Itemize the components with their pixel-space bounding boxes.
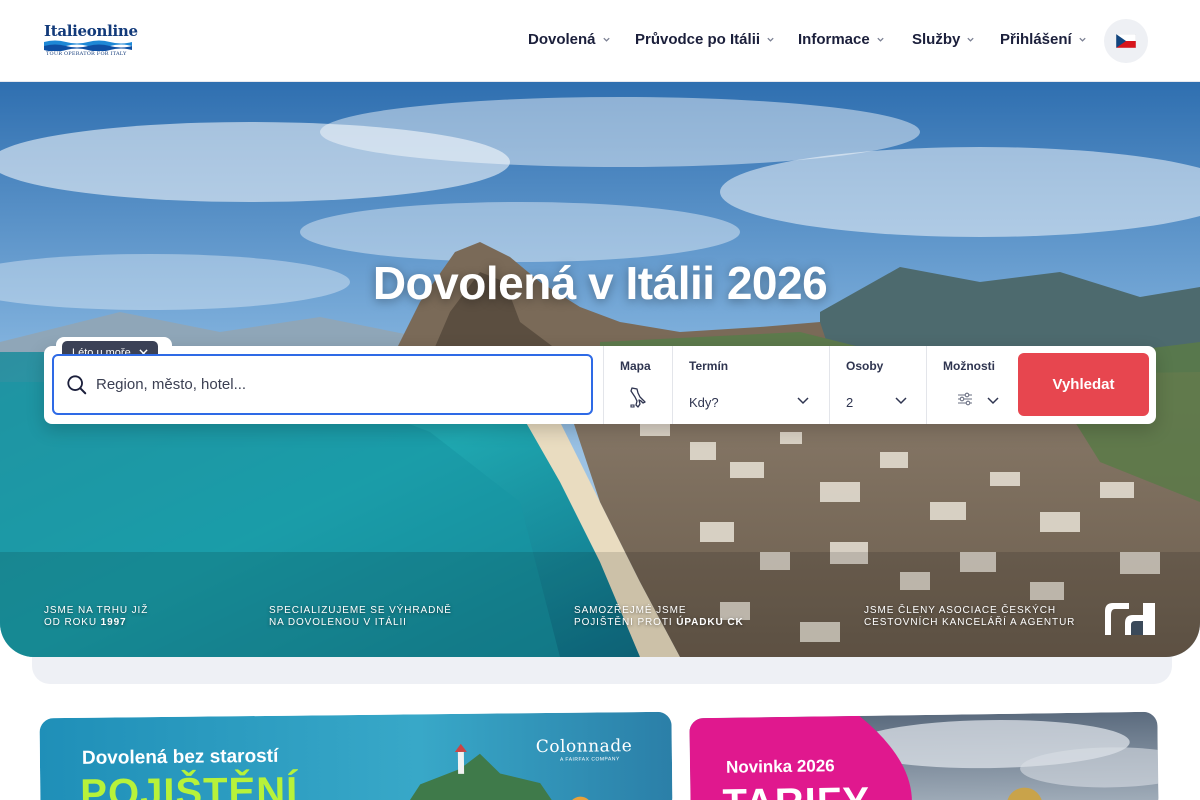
- trust-line: CESTOVNÍCH KANCELÁŘÍ A AGENTUR: [864, 617, 1076, 628]
- trust-text: POJIŠTĚNI PROTI: [574, 617, 677, 628]
- trust-emphasis: 1997: [100, 617, 127, 628]
- colonnade-logo: Colonnade: [535, 736, 633, 758]
- nav-pruvodce[interactable]: Průvodce po Itálii: [635, 31, 775, 48]
- logo-wordmark: Italieonline: [44, 22, 138, 40]
- map-label: Mapa: [620, 359, 651, 373]
- chevron-down-icon: [1079, 37, 1086, 42]
- logo-waves-icon: [44, 40, 132, 51]
- destination-search-field[interactable]: [52, 354, 593, 415]
- trust-item-specialization: SPECIALIZUJEME SE VÝHRADNĚ NA DOVOLENOU …: [269, 605, 452, 629]
- italy-map-icon: [630, 387, 646, 408]
- nav-dovolena[interactable]: Dovolená: [528, 31, 611, 48]
- trust-line: POJIŠTĚNI PROTI ÚPADKU CK: [574, 617, 744, 629]
- language-switcher-button[interactable]: [1104, 19, 1148, 63]
- trust-text: OD ROKU: [44, 617, 101, 628]
- site-header: Italieonline TOUR OPERATOR FOR ITALY Dov…: [0, 0, 1200, 82]
- logo-tagline: TOUR OPERATOR FOR ITALY: [46, 51, 127, 57]
- nav-sluzby[interactable]: Služby: [912, 31, 975, 48]
- chevron-down-icon: [602, 37, 610, 42]
- chevron-down-icon: [967, 37, 974, 42]
- persons-label: Osoby: [846, 359, 884, 373]
- map-button[interactable]: Mapa: [603, 346, 672, 424]
- promo-card-insurance[interactable]: Dovolená bez starostí POJIŠTĚNÍ Colonnad…: [39, 711, 673, 800]
- nav-dovolena-label: Dovolená: [528, 31, 596, 48]
- term-label: Termín: [689, 359, 729, 373]
- czech-flag-icon: [1116, 34, 1136, 48]
- nav-informace[interactable]: Informace: [798, 31, 885, 48]
- promo-card-tariffs[interactable]: Novinka 2026 TARIFY: [689, 711, 1159, 800]
- term-select[interactable]: Termín Kdy?: [672, 346, 829, 424]
- colonnade-logo-subtitle: A FAIRFAX COMPANY: [559, 756, 620, 763]
- search-submit-button[interactable]: Vyhledat: [1018, 353, 1149, 416]
- trust-item-insurance: SAMOZŘEJMÉ JSME POJIŠTĚNI PROTI ÚPADKU C…: [574, 605, 744, 629]
- chevron-down-icon: [895, 397, 907, 405]
- nav-prihlaseni-label: Přihlášení: [1000, 31, 1072, 48]
- chevron-down-icon: [767, 37, 774, 42]
- search-icon: [67, 374, 87, 394]
- persons-value: 2: [846, 395, 854, 410]
- trust-item-since-1997: JSME NA TRHU JIŽ OD ROKU 1997: [44, 605, 148, 629]
- trust-line: JSME NA TRHU JIŽ: [44, 605, 149, 616]
- nav-prihlaseni[interactable]: Přihlášení: [1000, 31, 1087, 48]
- chevron-down-icon: [877, 37, 884, 42]
- promo-tariffs-title: Novinka 2026: [725, 756, 835, 777]
- term-value: Kdy?: [689, 395, 719, 410]
- trust-line: SPECIALIZUJEME SE VÝHRADNĚ: [269, 605, 452, 616]
- promo-insurance-headline: POJIŠTĚNÍ: [80, 769, 299, 800]
- trust-line: JSME ČLENY ASOCIACE ČESKÝCH: [864, 605, 1056, 616]
- trust-line: OD ROKU 1997: [44, 617, 148, 629]
- filter-sliders-icon: [958, 392, 972, 406]
- promo-tariffs-headline: TARIFY: [722, 780, 870, 800]
- nav-sluzby-label: Služby: [912, 31, 961, 48]
- trust-line: SAMOZŘEJMÉ JSME: [574, 605, 687, 616]
- hero-title: Dovolená v Itálii 2026: [372, 257, 828, 309]
- nav-pruvodce-label: Průvodce po Itálii: [635, 31, 761, 48]
- acka-association-logo[interactable]: [1103, 601, 1157, 635]
- trust-emphasis: ÚPADKU CK: [676, 617, 744, 628]
- italieonline-logo[interactable]: Italieonline TOUR OPERATOR FOR ITALY: [44, 22, 138, 60]
- options-select[interactable]: Možnosti: [926, 346, 1016, 424]
- chevron-down-icon: [797, 397, 809, 405]
- trust-line: NA DOVOLENOU V ITÁLII: [269, 617, 407, 628]
- nav-informace-label: Informace: [798, 31, 870, 48]
- destination-search-input[interactable]: [96, 376, 536, 393]
- persons-select[interactable]: Osoby 2: [829, 346, 926, 424]
- trust-item-association: JSME ČLENY ASOCIACE ČESKÝCH CESTOVNÍCH K…: [864, 605, 1075, 629]
- promo-insurance-title: Dovolená bez starostí: [81, 745, 279, 769]
- options-label: Možnosti: [943, 359, 995, 373]
- chevron-down-icon: [987, 397, 999, 405]
